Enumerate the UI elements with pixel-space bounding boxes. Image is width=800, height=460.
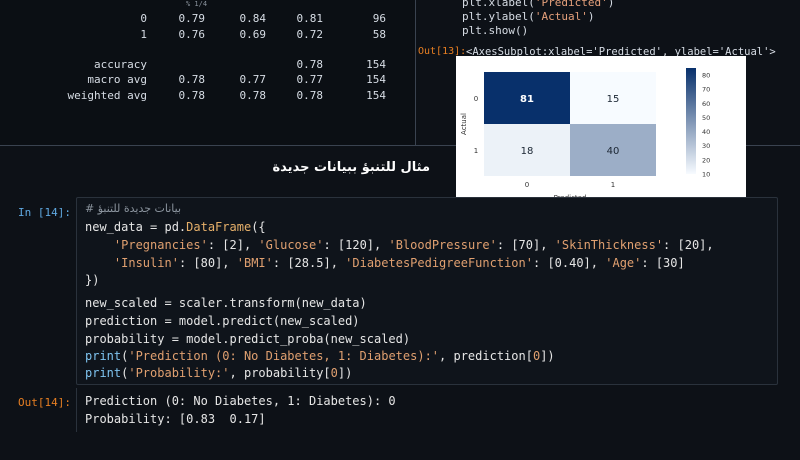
report-cell-recall: 0.84: [239, 12, 267, 25]
code-line-proba: probability = model.predict_proba(new_sc…: [85, 332, 411, 346]
report-row-label: macro avg: [87, 73, 147, 86]
x-tick-label: 0: [525, 181, 529, 189]
code-line-ylabel: plt.ylabel('Actual'): [462, 10, 595, 23]
y-tick-label: 1: [474, 147, 478, 155]
report-row-label: weighted avg: [67, 89, 147, 102]
output-line-probability: Probability: [0.83 0.17]: [85, 412, 266, 426]
report-row: 1 0.76 0.69 0.72 58: [0, 28, 415, 42]
report-row: macro avg 0.78 0.77 0.77 154: [0, 73, 415, 87]
heatmap-cell-value: 15: [607, 94, 620, 105]
colorbar-tick-label: 10: [702, 171, 710, 179]
report-cell-recall: 0.69: [239, 28, 267, 41]
report-cell-support: 58: [372, 28, 386, 41]
colorbar-tick-label: 40: [702, 128, 710, 136]
x-tick-label: 1: [611, 181, 615, 189]
report-cell-f1: 0.72: [296, 28, 324, 41]
report-row: accuracy 0.78 154: [0, 58, 415, 72]
code-line-predict: prediction = model.predict(new_scaled): [85, 314, 360, 328]
report-row-label: 1: [140, 28, 147, 41]
report-cell-support: 96: [372, 12, 386, 25]
report-row-label: accuracy: [94, 58, 147, 71]
colorbar: [686, 68, 696, 174]
colorbar-tick-label: 50: [702, 114, 710, 122]
out14-prompt: Out[14]:: [18, 396, 71, 409]
report-row: weighted avg 0.78 0.78 0.78 154: [0, 89, 415, 103]
report-cell-precision: 0.78: [178, 73, 206, 86]
colorbar-tick-label: 70: [702, 86, 710, 94]
code-line-print-probability: print('Probability:', probability[0]): [85, 366, 353, 380]
output-line-prediction: Prediction (0: No Diabetes, 1: Diabetes)…: [85, 394, 396, 408]
code-line-xlabel: plt.xlabel('Predicted'): [462, 0, 615, 9]
report-cell-f1: 0.78: [296, 58, 324, 71]
report-cell-f1: 0.77: [296, 73, 324, 86]
report-cell-f1: 0.78: [296, 89, 324, 102]
in14-prompt: In [14]:: [18, 206, 71, 219]
report-cell-support: 154: [366, 58, 386, 71]
colorbar-tick-label: 80: [702, 72, 710, 80]
code-line-scale: new_scaled = scaler.transform(new_data): [85, 296, 367, 310]
top-vertical-divider: [415, 0, 416, 145]
code-line-print-prediction: print('Prediction (0: No Diabetes, 1: Di…: [85, 349, 555, 363]
report-cell-support: 154: [366, 73, 386, 86]
report-cell-precision: 0.78: [178, 89, 206, 102]
colorbar-tick-label: 60: [702, 100, 710, 108]
report-row: 0 0.79 0.84 0.81 96: [0, 12, 415, 26]
code-cell-14[interactable]: # بيانات جديدة للتنبؤ new_data = pd.Data…: [76, 197, 778, 385]
heatmap-cell-value: 81: [520, 94, 534, 105]
code-line-dict-2: 'Insulin': [80], 'BMI': [28.5], 'Diabete…: [113, 256, 685, 270]
heatmap-cell-value: 18: [521, 146, 534, 157]
code-comment: # بيانات جديدة للتنبؤ: [85, 202, 182, 215]
code-line-show: plt.show(): [462, 24, 529, 37]
report-row-label: 0: [140, 12, 147, 25]
report-cell-recall: 0.78: [239, 89, 267, 102]
report-cell-f1: 0.81: [296, 12, 324, 25]
report-header-fragment: % 1/4: [186, 0, 208, 8]
y-axis-label: Actual: [460, 113, 468, 135]
colorbar-tick-label: 20: [702, 156, 710, 164]
report-cell-support: 154: [366, 89, 386, 102]
classification-report: % 1/4 0 0.79 0.84 0.81 96 1 0.76 0.69 0.72 58 accu…: [0, 0, 415, 145]
code-line-close: }): [85, 273, 100, 287]
code-line-dataframe: new_data = pd.DataFrame({: [85, 220, 266, 234]
code-line-dict-1: 'Pregnancies': [2], 'Glucose': [120], 'B…: [113, 238, 714, 252]
confusion-matrix-heatmap: 81151840 0101PredictedActual 10203040506…: [456, 56, 746, 200]
heatmap-cell-value: 40: [607, 146, 620, 157]
section-heading: مثال للتنبؤ ببيانات جديدة: [272, 160, 431, 175]
report-cell-precision: 0.79: [178, 12, 206, 25]
report-cell-recall: 0.77: [239, 73, 267, 86]
output-cell-14: Prediction (0: No Diabetes, 1: Diabetes)…: [76, 388, 777, 432]
report-cell-precision: 0.76: [178, 28, 206, 41]
y-tick-label: 0: [474, 95, 478, 103]
colorbar-tick-label: 30: [702, 142, 710, 150]
